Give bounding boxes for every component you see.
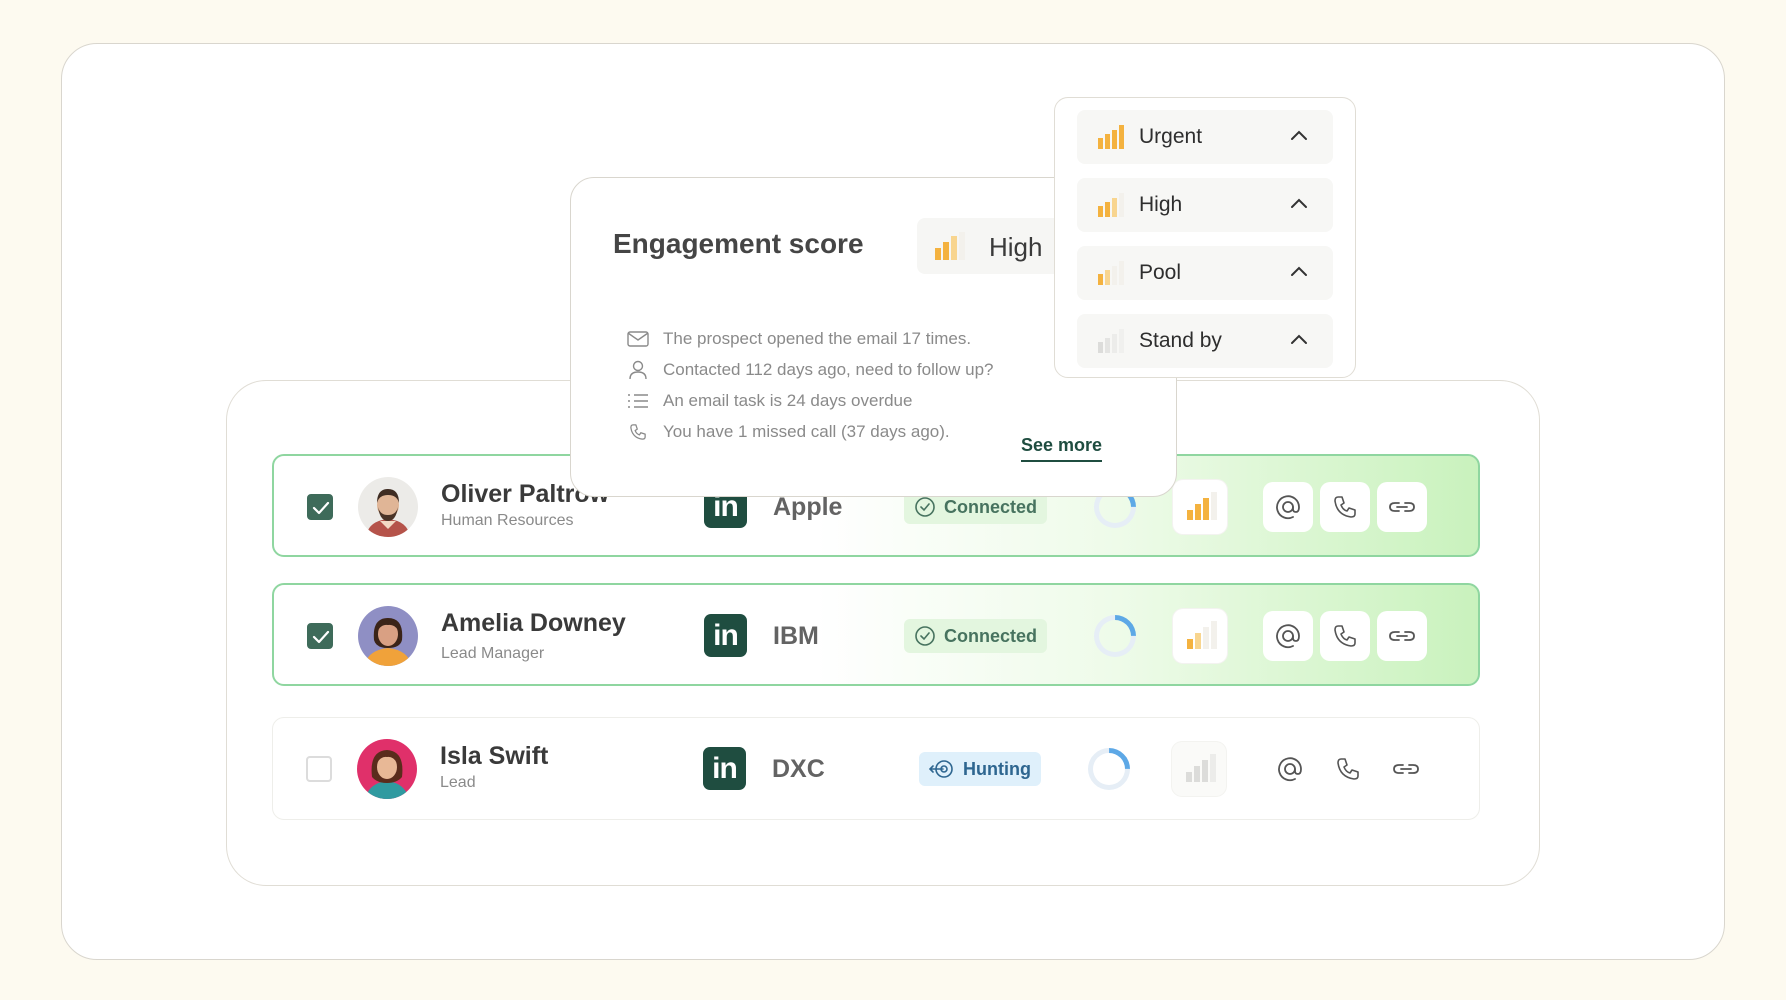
option-label: Urgent bbox=[1139, 125, 1203, 148]
check-circle-icon bbox=[915, 497, 935, 517]
dropdown-option-high[interactable]: High bbox=[1077, 178, 1333, 232]
signal-bars-icon bbox=[935, 232, 965, 260]
prospect-name[interactable]: Isla Swift bbox=[440, 742, 548, 771]
row-checkbox[interactable] bbox=[307, 494, 333, 520]
linkedin-icon[interactable]: in bbox=[703, 747, 746, 790]
popup-title: Engagement score bbox=[613, 228, 864, 259]
phone-icon bbox=[1334, 496, 1356, 518]
status-badge[interactable]: Hunting bbox=[919, 752, 1041, 786]
prospect-role: Lead Manager bbox=[441, 645, 545, 662]
link-button[interactable] bbox=[1377, 482, 1427, 532]
chevron-up-icon bbox=[1291, 130, 1307, 140]
insight-text: You have 1 missed call (37 days ago). bbox=[663, 422, 950, 441]
signal-bars-icon bbox=[1187, 621, 1217, 649]
signal-bars-icon bbox=[1186, 754, 1216, 782]
at-sign-icon bbox=[1276, 495, 1300, 520]
link-icon bbox=[1393, 764, 1419, 774]
option-label: Stand by bbox=[1139, 329, 1222, 352]
company-name: Apple bbox=[773, 493, 843, 521]
priority-selector[interactable]: High bbox=[917, 218, 1077, 274]
company-name: DXC bbox=[772, 755, 825, 783]
signal-bars-icon bbox=[1098, 329, 1124, 353]
at-sign-icon bbox=[1278, 757, 1302, 782]
email-button[interactable] bbox=[1263, 611, 1313, 661]
target-arrow-icon bbox=[929, 760, 953, 778]
call-button[interactable] bbox=[1323, 744, 1373, 794]
person-icon bbox=[629, 360, 647, 380]
signal-bars-icon bbox=[1098, 261, 1124, 285]
priority-bars-button[interactable] bbox=[1173, 609, 1227, 663]
avatar bbox=[357, 739, 417, 799]
insight-text: The prospect opened the email 17 times. bbox=[663, 329, 972, 348]
dropdown-option-pool[interactable]: Pool bbox=[1077, 246, 1333, 300]
dropdown-option-stand-by[interactable]: Stand by bbox=[1077, 314, 1333, 368]
signal-bars-icon bbox=[1098, 125, 1124, 149]
company-name: IBM bbox=[773, 622, 819, 650]
email-button[interactable] bbox=[1263, 482, 1313, 532]
priority-dropdown: Urgent High Pool Stand by bbox=[1054, 97, 1356, 378]
insight-item: The prospect opened the email 17 times. bbox=[627, 328, 971, 350]
signal-bars-icon bbox=[1187, 492, 1217, 520]
call-button[interactable] bbox=[1320, 611, 1370, 661]
chevron-up-icon bbox=[1291, 198, 1307, 208]
mail-icon bbox=[627, 331, 649, 347]
insight-item: An email task is 24 days overdue bbox=[627, 390, 912, 412]
status-label: Connected bbox=[944, 496, 1038, 517]
insight-item: Contacted 112 days ago, need to follow u… bbox=[627, 359, 993, 381]
prospect-role: Human Resources bbox=[441, 512, 574, 529]
prospect-name[interactable]: Amelia Downey bbox=[441, 609, 626, 638]
status-label: Hunting bbox=[963, 758, 1031, 779]
table-row[interactable]: Isla Swift Lead in DXC Hunting bbox=[272, 717, 1480, 820]
call-button[interactable] bbox=[1320, 482, 1370, 532]
status-badge[interactable]: Connected bbox=[904, 619, 1048, 653]
insight-item: You have 1 missed call (37 days ago). bbox=[627, 421, 950, 443]
priority-label: High bbox=[989, 232, 1043, 262]
phone-icon bbox=[1337, 758, 1359, 780]
priority-bars-button[interactable] bbox=[1172, 742, 1226, 796]
loading-spinner-icon bbox=[1085, 606, 1145, 666]
at-sign-icon bbox=[1276, 624, 1300, 649]
check-circle-icon bbox=[915, 626, 935, 646]
chevron-up-icon bbox=[1291, 334, 1307, 344]
link-icon bbox=[1389, 631, 1415, 641]
see-more-link[interactable]: See more bbox=[1021, 435, 1103, 462]
prospect-role: Lead bbox=[440, 774, 476, 791]
link-icon bbox=[1389, 502, 1415, 512]
avatar bbox=[358, 606, 418, 666]
row-checkbox[interactable] bbox=[306, 756, 332, 782]
link-button[interactable] bbox=[1381, 744, 1431, 794]
phone-icon bbox=[1334, 625, 1356, 647]
table-row[interactable]: Amelia Downey Lead Manager in IBM Connec… bbox=[272, 583, 1480, 686]
row-checkbox[interactable] bbox=[307, 623, 333, 649]
insight-text: An email task is 24 days overdue bbox=[663, 391, 913, 410]
dropdown-option-urgent[interactable]: Urgent bbox=[1077, 110, 1333, 164]
priority-bars-button[interactable] bbox=[1173, 480, 1227, 534]
email-button[interactable] bbox=[1265, 744, 1315, 794]
signal-bars-icon bbox=[1098, 193, 1124, 217]
avatar bbox=[358, 477, 418, 537]
linkedin-icon[interactable]: in bbox=[704, 614, 747, 657]
phone-icon bbox=[630, 424, 646, 440]
chevron-up-icon bbox=[1291, 266, 1307, 276]
insight-text: Contacted 112 days ago, need to follow u… bbox=[663, 360, 994, 379]
loading-spinner-icon bbox=[1079, 739, 1139, 799]
link-button[interactable] bbox=[1377, 611, 1427, 661]
option-label: Pool bbox=[1139, 261, 1182, 284]
list-icon bbox=[628, 394, 648, 408]
status-label: Connected bbox=[944, 625, 1038, 646]
option-label: High bbox=[1139, 193, 1183, 216]
